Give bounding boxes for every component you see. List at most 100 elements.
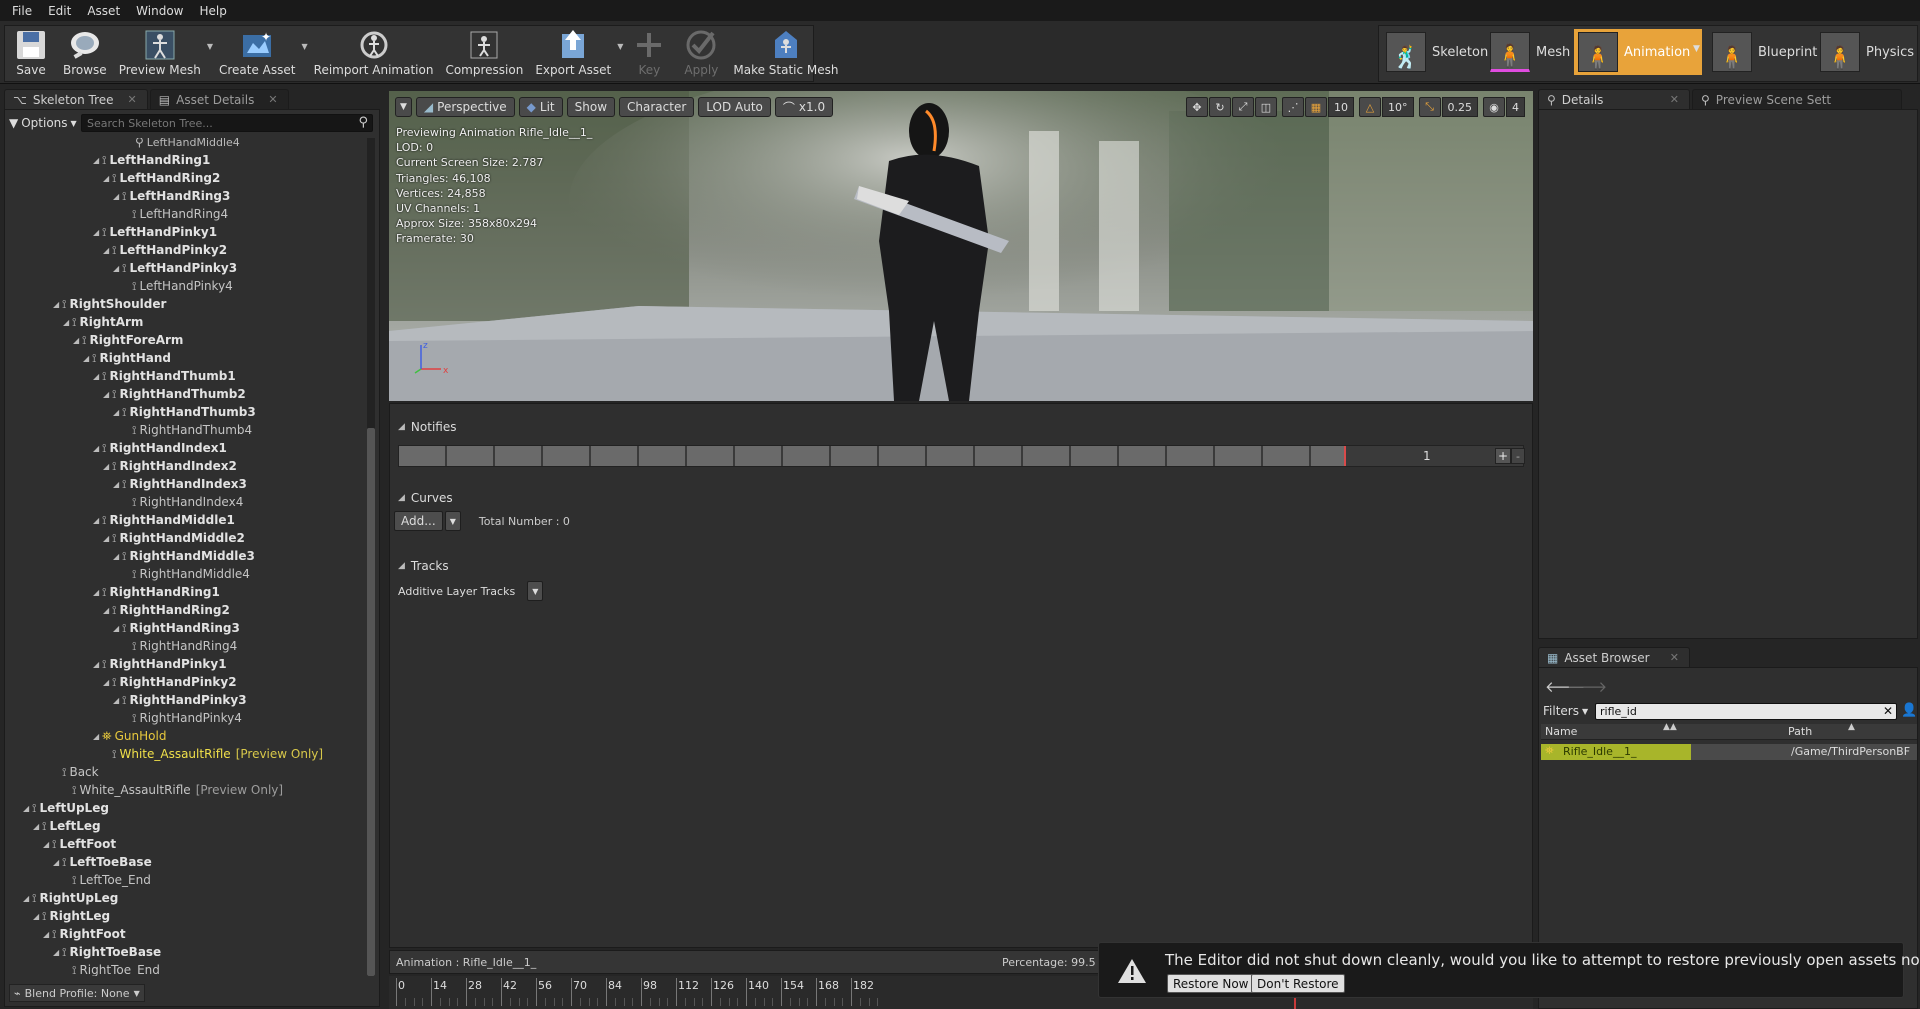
world-local-icon[interactable]: ◫: [1255, 97, 1277, 117]
tree-row[interactable]: ◢ ⟟ LeftHandPinky3: [113, 259, 237, 277]
tree-row[interactable]: ◢ ⟟ LeftFoot: [43, 835, 116, 853]
expand-arrow-icon[interactable]: ◢: [113, 480, 122, 489]
export-asset-button[interactable]: Export Asset: [529, 26, 617, 81]
menu-edit[interactable]: Edit: [40, 4, 79, 18]
notify-track[interactable]: 1 + -: [398, 445, 1525, 467]
rotation-snap-icon[interactable]: △: [1359, 97, 1381, 117]
expand-arrow-icon[interactable]: ◢: [103, 390, 112, 399]
grid-snap-icon[interactable]: ▦: [1305, 97, 1327, 117]
tree-row[interactable]: ◢ ⟟ RightHandPinky1: [93, 655, 227, 673]
expand-arrow-icon[interactable]: ◢: [103, 678, 112, 687]
user-icon[interactable]: 👤: [1901, 703, 1917, 718]
browse-button[interactable]: Browse: [57, 26, 113, 81]
scale-icon[interactable]: ⤢: [1232, 97, 1254, 117]
viewport-options-button[interactable]: ▼: [395, 97, 412, 117]
tree-row[interactable]: ⟟ White_AssaultRifle [Preview Only]: [63, 781, 283, 799]
expand-arrow-icon[interactable]: ◢: [93, 588, 102, 597]
expand-arrow-icon[interactable]: ◢: [103, 174, 112, 183]
close-icon[interactable]: ✕: [268, 93, 277, 106]
tree-row-clipped[interactable]: ⚲ LeftHandMiddle4: [135, 138, 240, 151]
tree-row[interactable]: ◢ ⛯ GunHold: [93, 727, 166, 745]
curves-header[interactable]: ◢ Curves: [398, 491, 453, 505]
tree-row[interactable]: ⟟ Back: [53, 763, 99, 781]
asset-row[interactable]: ⛯ Rifle_Idle__1_ /Game/ThirdPersonBF: [1541, 744, 1917, 760]
notifies-header[interactable]: ◢ Notifies: [398, 420, 456, 434]
tree-row[interactable]: ◢ ⟟ RightArm: [63, 313, 143, 331]
close-icon[interactable]: ✕: [128, 93, 137, 106]
tree-row[interactable]: ◢ ⟟ RightHandThumb2: [103, 385, 246, 403]
filters-button[interactable]: Filters ▼: [1543, 704, 1588, 718]
expand-arrow-icon[interactable]: ◢: [83, 354, 92, 363]
lit-button[interactable]: ◆ Lit: [518, 97, 563, 117]
tree-row[interactable]: ◢ ⟟ RightHandThumb1: [93, 367, 236, 385]
rotate-icon[interactable]: ↻: [1209, 97, 1231, 117]
tree-row[interactable]: ◢ ⟟ RightForeArm: [73, 331, 183, 349]
expand-arrow-icon[interactable]: ◢: [93, 228, 102, 237]
mode-mesh[interactable]: 🧍 Mesh: [1486, 29, 1576, 75]
tree-row[interactable]: ◢ ⟟ LeftToeBase: [53, 853, 152, 871]
tree-row[interactable]: ◢ ⟟ LeftHandRing3: [113, 187, 230, 205]
expand-arrow-icon[interactable]: ◢: [93, 516, 102, 525]
tree-row[interactable]: ◢ ⟟ RightShoulder: [53, 295, 166, 313]
tree-row[interactable]: ◢ ⟟ RightLeg: [33, 907, 110, 925]
asset-search-field[interactable]: rifle_id ✕: [1595, 703, 1897, 720]
expand-arrow-icon[interactable]: ◢: [53, 948, 62, 957]
tree-row[interactable]: ◢ ⟟ RightUpLeg: [23, 889, 118, 907]
tree-row[interactable]: ⟟ LeftHandRing4: [123, 205, 228, 223]
close-icon[interactable]: ✕: [1670, 93, 1679, 106]
expand-arrow-icon[interactable]: ◢: [43, 840, 52, 849]
tab-asset-browser[interactable]: ▦ Asset Browser ✕: [1538, 647, 1690, 667]
tree-row[interactable]: ◢ ⟟ LeftHandPinky2: [103, 241, 227, 259]
expand-arrow-icon[interactable]: ◢: [73, 336, 82, 345]
tree-row[interactable]: ⟟ White_AssaultRifle [Preview Only]: [97, 745, 347, 763]
expand-arrow-icon[interactable]: ◢: [53, 858, 62, 867]
expand-arrow-icon[interactable]: ◢: [23, 894, 32, 903]
preview-mesh-button[interactable]: Preview Mesh: [113, 26, 207, 81]
tree-row[interactable]: ◢ ⟟ RightHandRing2: [103, 601, 230, 619]
tree-row[interactable]: ◢ ⟟ RightHandMiddle1: [93, 511, 235, 529]
lod-button[interactable]: LOD Auto: [698, 97, 771, 117]
add-track-icon[interactable]: +: [1495, 448, 1511, 464]
tree-row[interactable]: ◢ ⟟ LeftLeg: [33, 817, 101, 835]
tab-asset-details[interactable]: ▤ Asset Details ✕: [149, 89, 289, 109]
viewport[interactable]: ▼ ◢ Perspective ◆ Lit Show Character LOD…: [389, 91, 1533, 401]
tab-details[interactable]: ⚲ Details ✕: [1538, 89, 1690, 109]
character-button[interactable]: Character: [619, 97, 695, 117]
tree-row[interactable]: ⟟ RightHandIndex4: [123, 493, 243, 511]
expand-arrow-icon[interactable]: ◢: [33, 912, 42, 921]
expand-arrow-icon[interactable]: ◢: [113, 192, 122, 201]
scale-snap-icon[interactable]: ⤡: [1418, 97, 1441, 117]
expand-arrow-icon[interactable]: ◢: [113, 264, 122, 273]
menu-help[interactable]: Help: [191, 4, 234, 18]
expand-arrow-icon[interactable]: ◢: [63, 318, 72, 327]
expand-arrow-icon[interactable]: ◢: [113, 624, 122, 633]
tree-row[interactable]: ◢ ⟟ LeftHandRing1: [93, 151, 210, 169]
scale-snap-value[interactable]: 0.25: [1441, 97, 1478, 117]
menu-window[interactable]: Window: [128, 4, 191, 18]
expand-arrow-icon[interactable]: ◢: [53, 300, 62, 309]
mode-dropdown-icon[interactable]: ▼: [1693, 44, 1700, 54]
skeleton-search-field[interactable]: Search Skeleton Tree... ⚲: [81, 114, 373, 132]
expand-arrow-icon[interactable]: ◢: [93, 156, 102, 165]
tree-row[interactable]: ⟟ RightHandPinky4: [123, 709, 242, 727]
menu-asset[interactable]: Asset: [79, 4, 128, 18]
perspective-button[interactable]: ◢ Perspective: [415, 97, 515, 117]
expand-arrow-icon[interactable]: ◢: [93, 372, 102, 381]
expand-arrow-icon[interactable]: ◢: [33, 822, 42, 831]
tree-row[interactable]: ◢ ⟟ RightHandIndex1: [93, 439, 227, 457]
mode-blueprint[interactable]: 🧍 Blueprint: [1708, 29, 1823, 75]
tree-row[interactable]: ◢ ⟟ LeftHandRing2: [103, 169, 220, 187]
tree-row[interactable]: ⟟ RightToe_End: [63, 961, 160, 977]
tab-skeleton-tree[interactable]: ⌥ Skeleton Tree ✕: [4, 89, 148, 109]
tree-row[interactable]: ◢ ⟟ RightHandRing3: [113, 619, 240, 637]
expand-arrow-icon[interactable]: ◢: [103, 246, 112, 255]
create-asset-button[interactable]: ✦ Create Asset: [213, 26, 302, 81]
tree-row[interactable]: ◢ ⟟ LeftUpLeg: [23, 799, 109, 817]
tree-row[interactable]: ◢ ⟟ RightHandMiddle3: [113, 547, 255, 565]
expand-arrow-icon[interactable]: ◢: [93, 444, 102, 453]
remove-track-icon[interactable]: -: [1511, 448, 1525, 464]
expand-arrow-icon[interactable]: ◢: [103, 606, 112, 615]
tree-row[interactable]: ⟟ RightHandThumb4: [123, 421, 252, 439]
additive-tracks-dropdown-icon[interactable]: ▼: [527, 581, 544, 601]
mode-skeleton[interactable]: 🕺 Skeleton: [1382, 29, 1494, 75]
